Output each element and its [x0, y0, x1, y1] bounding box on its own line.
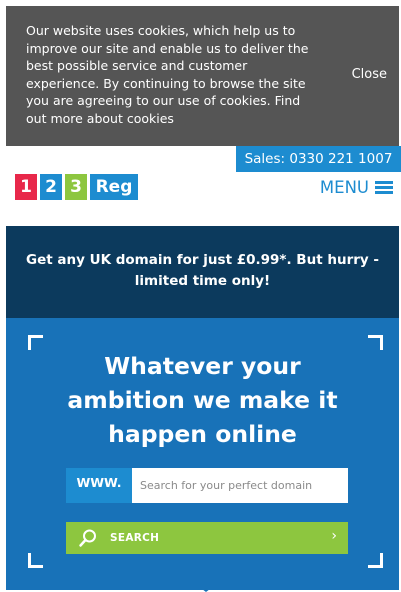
hero-title: Whatever your ambition we make it happen…	[46, 349, 359, 451]
domain-search-row: WWW.	[66, 468, 348, 503]
corner-bracket-icon	[28, 553, 43, 568]
chevron-right-icon: ›	[331, 528, 337, 544]
logo-block-reg: Reg	[90, 174, 138, 200]
search-button[interactable]: SEARCH ›	[66, 522, 348, 554]
menu-label: MENU	[319, 178, 369, 197]
promo-banner[interactable]: Get any UK domain for just £0.99*. But h…	[6, 226, 399, 318]
hero-section: Whatever your ambition we make it happen…	[6, 318, 399, 590]
cookie-close-button[interactable]: Close	[352, 67, 387, 82]
corner-bracket-icon	[28, 335, 43, 350]
corner-bracket-icon	[368, 335, 383, 350]
search-icon	[79, 529, 96, 547]
search-button-label: SEARCH	[110, 532, 160, 544]
menu-button[interactable]: MENU	[320, 178, 393, 197]
cookie-line: improve our site and enable us to delive…	[26, 40, 309, 56]
site-header: Sales: 0330 221 1007 1 2 3 Reg MENU	[0, 146, 401, 222]
cookie-text: Our website uses cookies, which help us …	[26, 22, 326, 127]
www-prefix: WWW.	[66, 468, 132, 503]
site-logo[interactable]: 1 2 3 Reg	[15, 174, 138, 200]
hero-title-line: Whatever your	[104, 352, 301, 380]
hero-title-line: ambition we make it	[67, 386, 338, 414]
logo-block-2: 2	[40, 174, 62, 200]
cookie-line: Our website uses cookies, which help us …	[26, 23, 296, 38]
cookie-banner: Our website uses cookies, which help us …	[6, 6, 399, 146]
hamburger-icon	[375, 181, 393, 194]
logo-block-3: 3	[65, 174, 87, 200]
cookie-line: best possible service and customer	[26, 58, 248, 73]
cookie-line: you are agreeing to our use of cookies. …	[26, 93, 301, 108]
corner-bracket-icon	[368, 553, 383, 568]
promo-line-2: limited time only!	[134, 273, 271, 289]
hero-title-line: happen online	[108, 420, 297, 448]
logo-block-1: 1	[15, 174, 37, 200]
scroll-down-arrow-icon	[198, 586, 214, 592]
sales-phone-link[interactable]: Sales: 0330 221 1007	[236, 146, 401, 172]
promo-line-1: Get any UK domain for just £0.99*. But h…	[26, 252, 380, 268]
cookie-line: experience. By continuing to browse the …	[26, 75, 306, 91]
cookie-policy-link[interactable]: out more about cookies	[26, 110, 326, 128]
domain-search-input[interactable]	[132, 468, 348, 503]
